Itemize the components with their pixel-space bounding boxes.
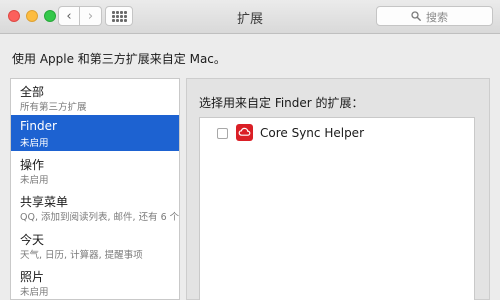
title-bar: ‹ › 扩展 搜索 xyxy=(0,0,500,34)
extension-name: Core Sync Helper xyxy=(260,126,364,140)
sidebar-item-photos[interactable]: 照片 未启用 xyxy=(11,264,179,299)
sidebar-item-actions[interactable]: 操作 未启用 xyxy=(11,152,179,188)
search-icon xyxy=(411,11,421,21)
intro-text: 使用 Apple 和第三方扩展来自定 Mac。 xyxy=(12,52,226,66)
sidebar-item-title: Finder xyxy=(20,119,57,133)
extension-category-list: 全部 所有第三方扩展 Finder 未启用 操作 未启用 共享菜单 QQ, 添加… xyxy=(10,78,180,300)
sidebar-item-subtitle: 未启用 xyxy=(20,175,49,186)
extension-detail-panel: 选择用来自定 Finder 的扩展： Core Sync Helper xyxy=(186,78,490,300)
panel-heading: 选择用来自定 Finder 的扩展： xyxy=(199,96,364,110)
search-field[interactable]: 搜索 xyxy=(376,6,493,26)
sidebar-item-subtitle: 未启用 xyxy=(20,138,49,149)
sidebar-item-title: 全部 xyxy=(20,85,45,99)
extension-checkbox[interactable] xyxy=(217,128,228,139)
sidebar-item-subtitle: QQ, 添加到阅读列表, 邮件, 还有 6 个… xyxy=(20,212,180,223)
sidebar-item-title: 今天 xyxy=(20,233,45,247)
sidebar-item-subtitle: 天气, 日历, 计算器, 提醒事项 xyxy=(20,250,143,261)
sidebar-item-share-menu[interactable]: 共享菜单 QQ, 添加到阅读列表, 邮件, 还有 6 个… xyxy=(11,189,179,225)
sidebar-item-all[interactable]: 全部 所有第三方扩展 xyxy=(11,79,179,115)
adobe-creative-cloud-icon xyxy=(236,124,253,141)
sidebar-item-subtitle: 所有第三方扩展 xyxy=(20,102,87,113)
sidebar-item-title: 共享菜单 xyxy=(20,195,69,209)
search-placeholder: 搜索 xyxy=(426,11,448,24)
system-preferences-window: ‹ › 扩展 搜索 使用 Apple 和第三方扩展来自定 Mac。 全部 所有第… xyxy=(0,0,500,300)
sidebar-item-title: 操作 xyxy=(20,158,45,172)
list-item: Core Sync Helper xyxy=(200,122,474,144)
sidebar-item-subtitle: 未启用 xyxy=(20,287,49,298)
sidebar-item-today[interactable]: 今天 天气, 日历, 计算器, 提醒事项 xyxy=(11,227,179,263)
sidebar-item-finder[interactable]: Finder 未启用 xyxy=(11,115,179,151)
extension-list: Core Sync Helper xyxy=(199,117,475,300)
sidebar-item-title: 照片 xyxy=(20,270,45,284)
